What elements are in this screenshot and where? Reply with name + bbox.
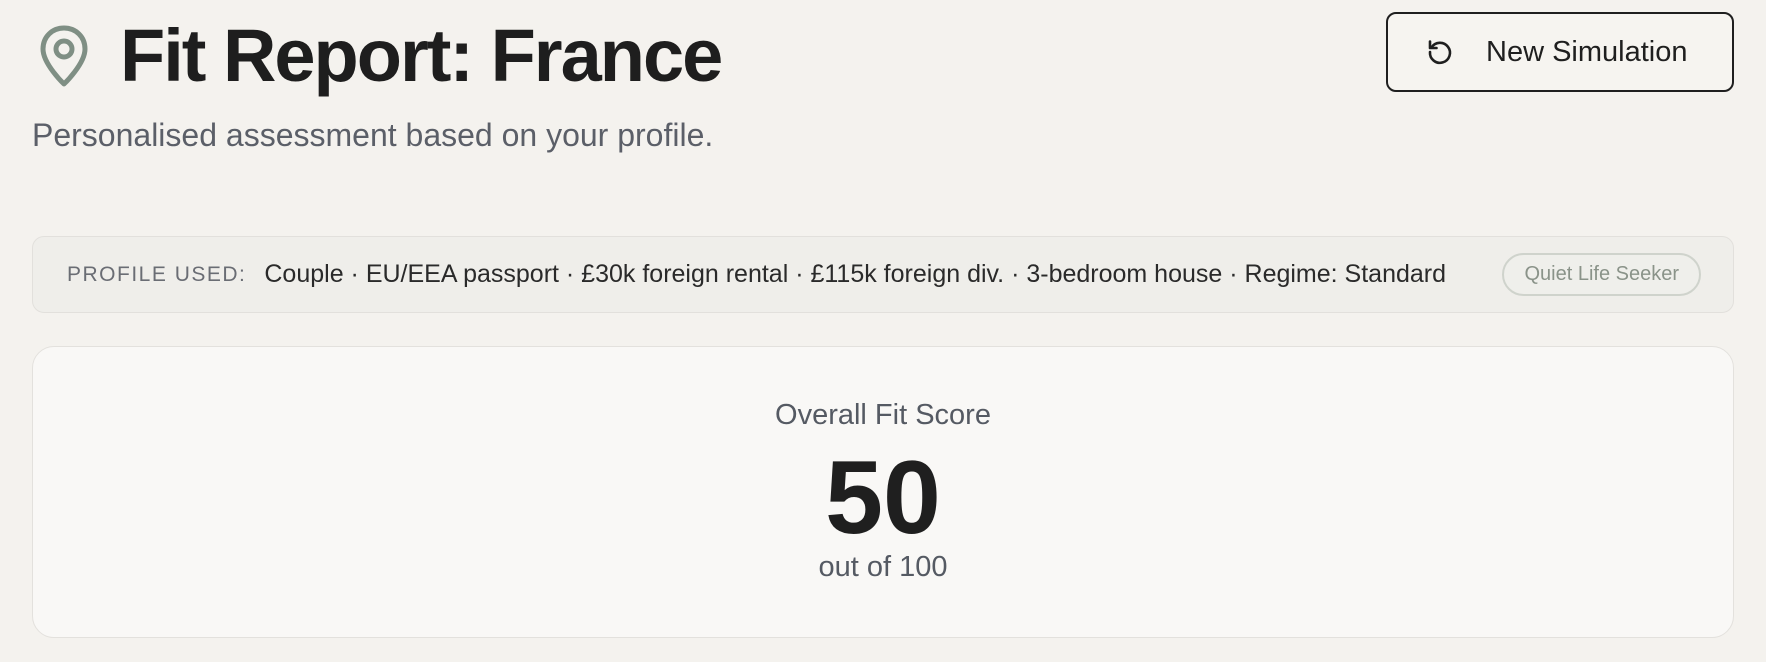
profile-label: PROFILE USED: bbox=[67, 262, 247, 286]
new-simulation-label: New Simulation bbox=[1486, 35, 1688, 68]
persona-badge: Quiet Life Seeker bbox=[1502, 253, 1701, 296]
profile-summary-bar: PROFILE USED: Couple · EU/EEA passport ·… bbox=[32, 236, 1734, 313]
page-title: Fit Report: France bbox=[120, 14, 723, 97]
report-header: Fit Report: France Personalised assessme… bbox=[32, 10, 1734, 160]
map-pin-icon bbox=[32, 18, 96, 94]
new-simulation-button[interactable]: New Simulation bbox=[1386, 12, 1734, 92]
score-out-of: out of 100 bbox=[818, 551, 948, 583]
profile-summary: Couple · EU/EEA passport · £30k foreign … bbox=[264, 260, 1447, 288]
fit-report-page: Fit Report: France Personalised assessme… bbox=[0, 0, 1766, 662]
overall-score-card: Overall Fit Score 50 out of 100 bbox=[32, 346, 1734, 638]
refresh-icon bbox=[1424, 36, 1456, 68]
score-label: Overall Fit Score bbox=[775, 399, 991, 431]
score-value: 50 bbox=[825, 440, 941, 556]
page-subtitle: Personalised assessment based on your pr… bbox=[32, 117, 714, 153]
